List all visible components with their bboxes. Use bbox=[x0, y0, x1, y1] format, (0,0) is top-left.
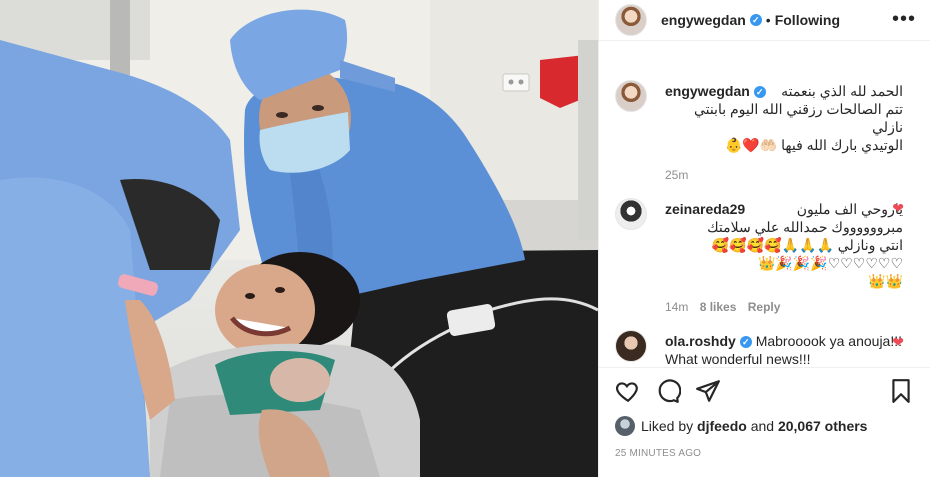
comment-heart-filled-icon[interactable]: ❤ bbox=[892, 200, 904, 217]
author-avatar[interactable] bbox=[615, 4, 647, 36]
verified-badge-icon: ✓ bbox=[749, 14, 762, 26]
comment-icon[interactable] bbox=[655, 378, 681, 404]
caption-meta: 25m bbox=[665, 168, 903, 182]
comment-verified-icon: ✓ bbox=[739, 336, 752, 349]
header-separator: • bbox=[765, 12, 771, 28]
more-options-icon[interactable]: ••• bbox=[892, 8, 916, 31]
comment-username[interactable]: zeinareda29 bbox=[665, 201, 745, 217]
comment-heart-filled-icon[interactable]: ❤ bbox=[892, 334, 904, 351]
comment-line-4: ♡♡♡♡♡♡🎉🎉🎉👑 bbox=[757, 255, 903, 271]
comment-line-2: مبرووووووك حمدالله علي سلامتك bbox=[707, 219, 903, 235]
post-photo[interactable] bbox=[0, 0, 598, 477]
likes-prefix: Liked by bbox=[641, 418, 694, 434]
following-button[interactable]: Following bbox=[775, 12, 840, 28]
comment-avatar[interactable] bbox=[615, 198, 647, 230]
comment-time: 14m bbox=[665, 300, 689, 314]
comment-line-3: انتي ونازلي 🙏🙏🙏🥰🥰🥰🥰 bbox=[711, 237, 903, 253]
likes-count[interactable]: 20,067 others bbox=[778, 418, 868, 434]
liker-avatar[interactable] bbox=[615, 416, 635, 436]
bookmark-icon[interactable] bbox=[888, 378, 914, 404]
author-username[interactable]: engywegdan bbox=[661, 12, 746, 28]
post-caption: engywegdan ✓ الحمد لله الذي بنعمته تتم ال… bbox=[615, 62, 914, 182]
comment-likes-count[interactable]: 8 likes bbox=[700, 300, 737, 314]
actions-divider bbox=[599, 367, 930, 368]
comment-meta: 14m 8 likes Reply bbox=[665, 300, 903, 314]
liker-username[interactable]: djfeedo bbox=[697, 418, 747, 434]
comment-line-5: 👑👑 bbox=[868, 273, 903, 289]
comment-reply-button[interactable]: Reply bbox=[748, 300, 781, 314]
likes-middle: and bbox=[750, 418, 775, 434]
photo-illustration bbox=[0, 0, 598, 477]
comment-item: zeinareda29 ياروحي الف مليون مبرووووووك … bbox=[615, 182, 914, 314]
comment-avatar[interactable] bbox=[615, 330, 647, 362]
post-timestamp[interactable]: 25 MINUTES AGO bbox=[615, 448, 701, 459]
likes-summary: Liked by djfeedo and 20,067 others bbox=[615, 416, 867, 436]
post-header: engywegdan ✓ • Following ••• bbox=[599, 0, 930, 41]
comment-username[interactable]: ola.roshdy bbox=[665, 333, 736, 349]
share-icon[interactable] bbox=[695, 378, 721, 404]
heart-icon[interactable] bbox=[615, 378, 641, 404]
action-bar bbox=[615, 378, 914, 410]
caption-username[interactable]: engywegdan bbox=[665, 83, 750, 99]
comment-item: ola.roshdy ✓ Mabrooook ya anouja!!! What … bbox=[615, 314, 914, 367]
caption-line-3: الوتيدي بارك الله فيها 🤲🏻❤️👶 bbox=[724, 137, 903, 153]
caption-line-2: تتم الصالحات رزقني الله اليوم بابنتي ناز… bbox=[693, 101, 903, 135]
comments-list[interactable]: engywegdan ✓ الحمد لله الذي بنعمته تتم ال… bbox=[599, 62, 930, 367]
caption-author-avatar[interactable] bbox=[615, 80, 647, 112]
caption-time: 25m bbox=[665, 168, 689, 182]
caption-verified-icon: ✓ bbox=[753, 86, 766, 99]
post-side-panel: engywegdan ✓ • Following ••• engywegdan ✓… bbox=[598, 0, 930, 477]
